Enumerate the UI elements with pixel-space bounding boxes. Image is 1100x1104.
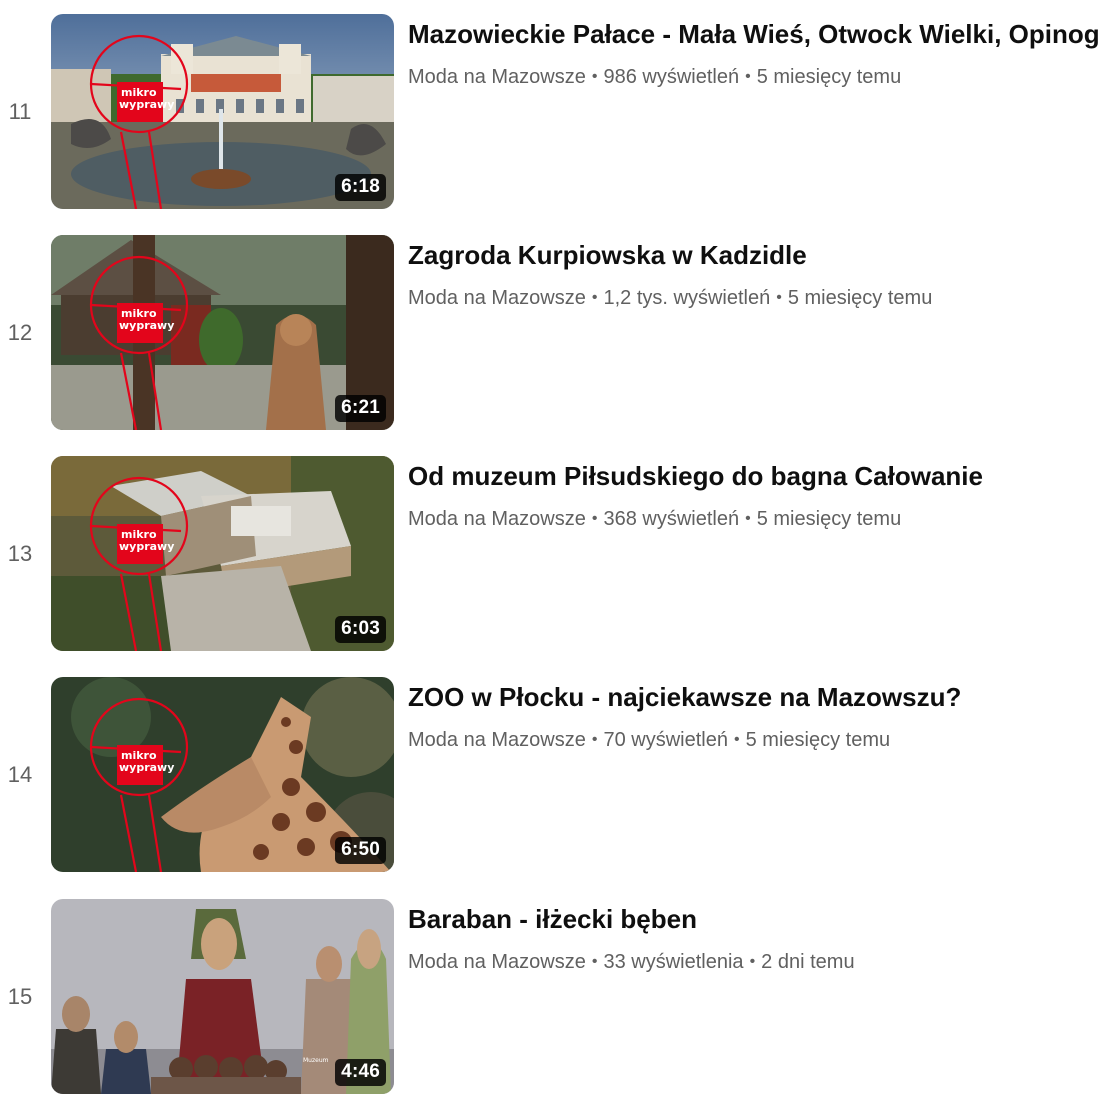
channel-name[interactable]: Moda na Mazowsze [408, 951, 586, 973]
playlist-item[interactable]: 15 Muzeum 4:46 Baraban - iłżecki bęben M… [0, 899, 1100, 1094]
playlist-item[interactable]: 11 mikro wyprawy 6:18 Mazowieckie Pałace… [0, 14, 1100, 209]
separator-dot: • [591, 289, 598, 306]
svg-text:Muzeum: Muzeum [303, 1057, 329, 1064]
video-info: Od muzeum Piłsudskiego do bagna Całowani… [408, 456, 1100, 533]
item-index: 13 [7, 540, 33, 566]
duration-badge: 6:03 [335, 616, 386, 643]
video-title[interactable]: Od muzeum Piłsudskiego do bagna Całowani… [408, 457, 1100, 495]
playlist: 11 mikro wyprawy 6:18 Mazowieckie Pałace… [0, 0, 1100, 1104]
view-count: 33 wyświetlenia [603, 951, 744, 973]
video-meta: Moda na Mazowsze • 70 wyświetleń • 5 miesięc… [408, 726, 1100, 754]
video-meta: Moda na Mazowsze • 1,2 tys. wyświetleń • 5 m… [408, 284, 1100, 312]
video-meta: Moda na Mazowsze • 368 wyświetleń • 5 miesię… [408, 505, 1100, 533]
svg-text:wyprawy: wyprawy [119, 540, 174, 553]
video-title[interactable]: Mazowieckie Pałace - Mała Wieś, Otwock W… [408, 15, 1100, 53]
upload-age: 5 miesięcy temu [756, 66, 902, 88]
separator-dot: • [776, 289, 782, 306]
channel-name[interactable]: Moda na Mazowsze [408, 729, 586, 751]
video-info: ZOO w Płocku - najciekawsze na Mazowszu?… [408, 677, 1100, 754]
video-thumbnail[interactable]: mikro wyprawy 6:21 [51, 235, 394, 430]
separator-dot: • [749, 953, 756, 970]
video-title[interactable]: Zagroda Kurpiowska w Kadzidle [408, 236, 1100, 274]
duration-badge: 4:46 [335, 1059, 386, 1086]
channel-name[interactable]: Moda na Mazowsze [408, 508, 586, 530]
video-info: Mazowieckie Pałace - Mała Wieś, Otwock W… [408, 14, 1100, 91]
view-count: 368 wyświetleń [603, 508, 740, 530]
item-index: 11 [8, 98, 32, 124]
separator-dot: • [745, 510, 751, 527]
item-index: 14 [7, 761, 33, 787]
upload-age: 5 miesięcy temu [745, 729, 891, 751]
separator-dot: • [591, 731, 598, 748]
separator-dot: • [591, 68, 598, 85]
video-title[interactable]: Baraban - iłżecki bęben [408, 900, 1100, 938]
separator-dot: • [734, 731, 740, 748]
video-thumbnail[interactable]: mikro wyprawy 6:50 [51, 677, 394, 872]
upload-age: 2 dni temu [761, 951, 855, 973]
upload-age: 5 miesięcy temu [756, 508, 902, 530]
upload-age: 5 miesięcy temu [787, 287, 933, 309]
video-thumbnail[interactable]: mikro wyprawy 6:03 [51, 456, 394, 651]
svg-text:wyprawy: wyprawy [119, 319, 174, 332]
duration-badge: 6:21 [335, 395, 386, 422]
view-count: 986 wyświetleń [603, 66, 740, 88]
separator-dot: • [745, 68, 751, 85]
svg-text:wyprawy: wyprawy [119, 761, 174, 774]
separator-dot: • [591, 953, 598, 970]
video-thumbnail[interactable]: mikro wyprawy 6:18 [51, 14, 394, 209]
video-meta: Moda na Mazowsze • 986 wyświetleń • 5 miesię… [408, 63, 1100, 91]
playlist-item[interactable]: 13 mikro wyprawy 6:03 Od muzeum Piłsudsk… [0, 456, 1100, 651]
video-info: Baraban - iłżecki bęben Moda na Mazowsze… [408, 899, 1100, 976]
video-title[interactable]: ZOO w Płocku - najciekawsze na Mazowszu? [408, 678, 1100, 716]
separator-dot: • [591, 510, 598, 527]
video-info: Zagroda Kurpiowska w Kadzidle Moda na Ma… [408, 235, 1100, 312]
item-index: 15 [7, 983, 33, 1009]
view-count: 1,2 tys. wyświetleń [603, 287, 771, 309]
video-meta: Moda na Mazowsze • 33 wyświetlenia • 2 dni t… [408, 948, 1100, 976]
view-count: 70 wyświetleń [603, 729, 728, 751]
video-thumbnail[interactable]: Muzeum 4:46 [51, 899, 394, 1094]
duration-badge: 6:18 [335, 174, 386, 201]
channel-name[interactable]: Moda na Mazowsze [408, 66, 586, 88]
svg-text:wyprawy: wyprawy [119, 98, 174, 111]
item-index: 12 [7, 319, 33, 345]
playlist-item[interactable]: 14 mikro wyprawy 6:50 ZOO w Płocku - naj… [0, 677, 1100, 872]
duration-badge: 6:50 [335, 837, 386, 864]
playlist-item[interactable]: 12 mikro wyprawy 6:21 Zagroda Kurpiowska… [0, 235, 1100, 430]
channel-name[interactable]: Moda na Mazowsze [408, 287, 586, 309]
